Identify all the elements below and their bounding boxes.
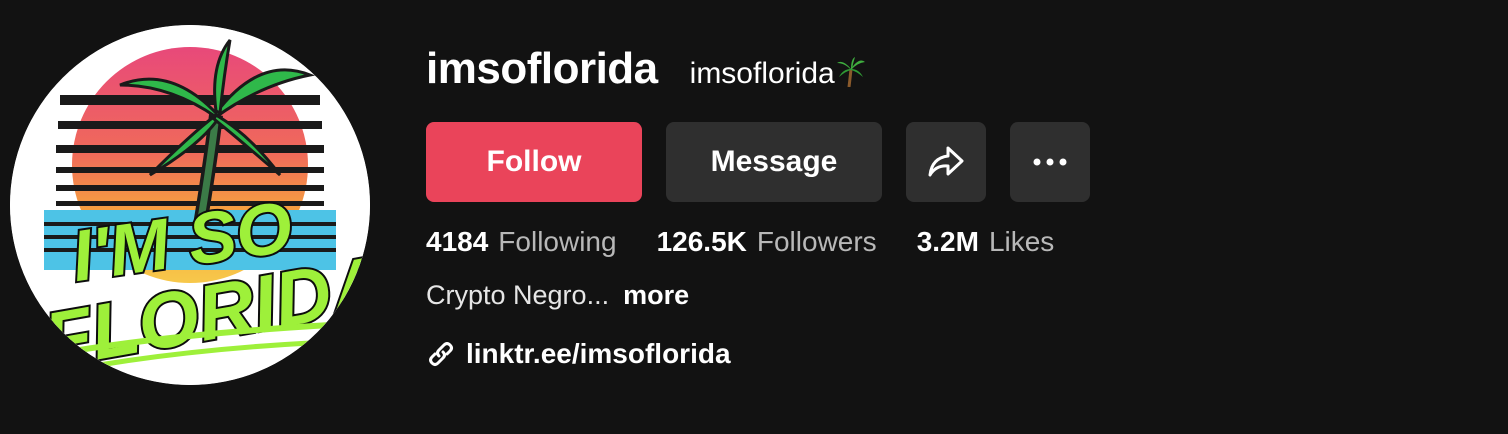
bio-text: Crypto Negro... [426,280,610,310]
nickname: imsoflorida [690,57,865,95]
stat-likes: 3.2M Likes [917,226,1055,258]
im-so-florida-logo: I'M SO FLORIDA [10,25,370,385]
palm-tree-icon [836,57,865,95]
stat-following[interactable]: 4184 Following [426,226,617,258]
title-row: imsoflorida imsoflorida [426,44,865,95]
more-options-button[interactable] [1010,122,1090,202]
stat-followers[interactable]: 126.5K Followers [657,226,877,258]
stat-label: Likes [988,226,1055,257]
link-icon [426,339,456,369]
share-button[interactable] [906,122,986,202]
stat-value: 3.2M [916,226,979,257]
avatar[interactable]: I'M SO FLORIDA [10,25,370,385]
stat-value: 126.5K [656,226,747,257]
message-button[interactable]: Message [666,122,882,202]
link-text[interactable]: linktr.ee/imsoflorida [466,338,731,370]
username: imsoflorida [426,44,658,93]
stat-label: Following [498,226,617,257]
bio: Crypto Negro... more [426,280,689,311]
more-options-icon [1033,158,1067,166]
profile-link[interactable]: linktr.ee/imsoflorida [426,338,731,370]
bio-more-button[interactable]: more [623,280,689,310]
stat-value: 4184 [426,226,489,257]
follow-button[interactable]: Follow [426,122,642,202]
action-buttons: Follow Message [426,122,1090,202]
stat-label: Followers [756,226,877,257]
share-icon [927,145,965,179]
profile-stats: 4184 Following 126.5K Followers 3.2M Likes [426,226,1054,258]
nickname-text: imsoflorida [689,57,835,90]
